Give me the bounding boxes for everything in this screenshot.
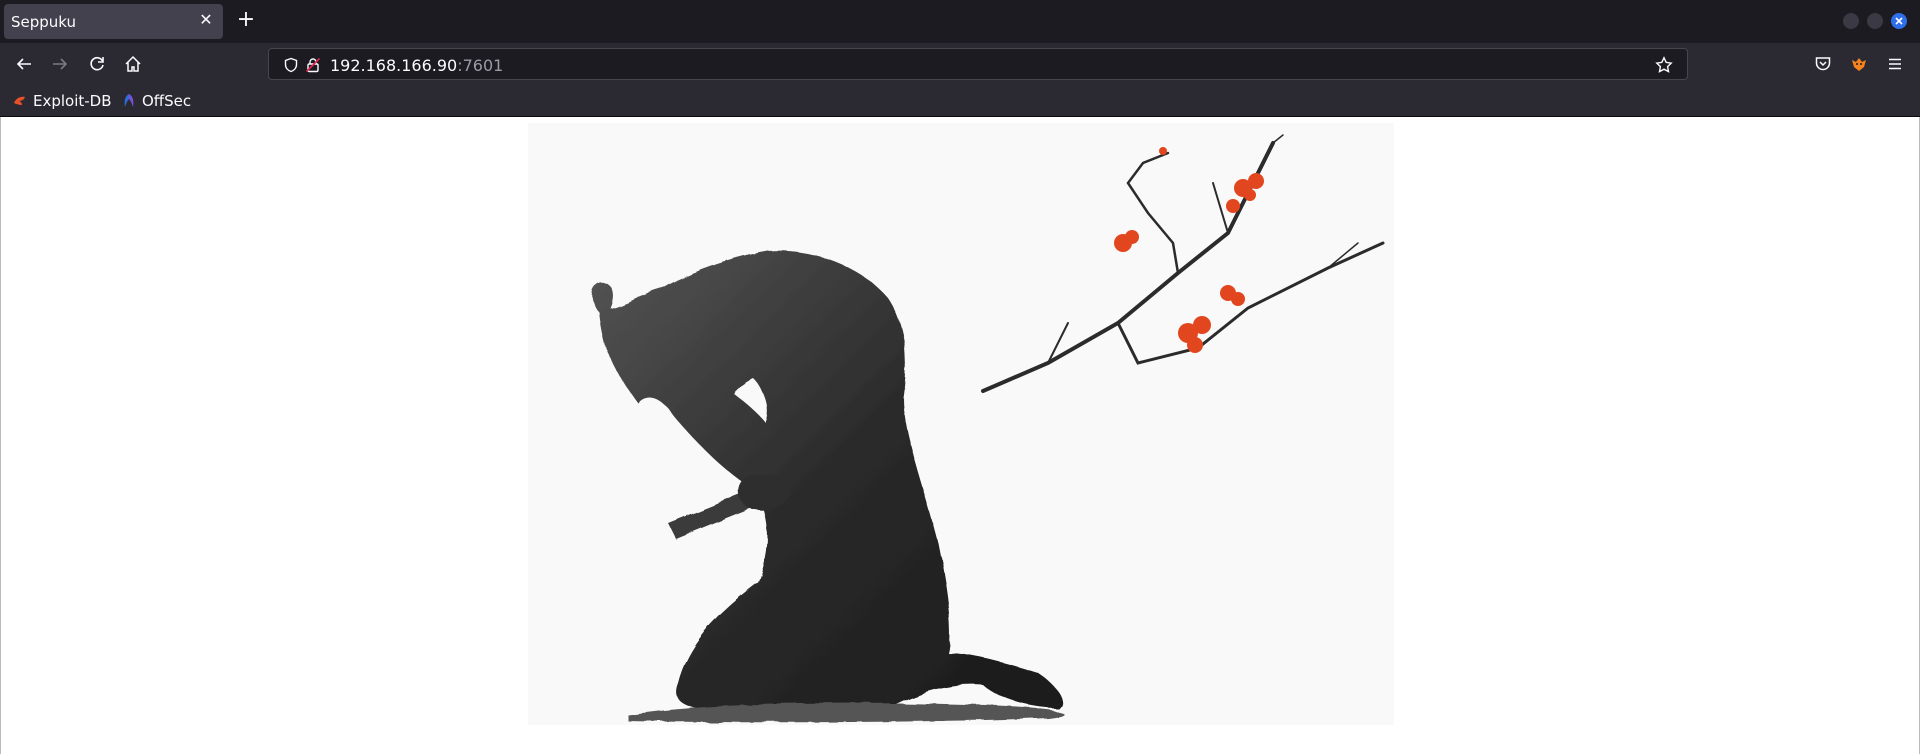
url-bar[interactable]: 192.168.166.90:7601	[268, 48, 1688, 80]
tab-seppuku[interactable]: Seppuku ✕	[4, 4, 223, 39]
seppuku-painting-image	[528, 123, 1394, 725]
url-host: 192.168.166.90	[330, 56, 458, 75]
tab-bar: Seppuku ✕ +	[0, 0, 1920, 43]
bookmark-label: OffSec	[142, 92, 192, 110]
minimize-button[interactable]	[1843, 13, 1859, 29]
close-window-button[interactable]	[1891, 13, 1907, 29]
shield-icon[interactable]	[283, 57, 299, 73]
home-button[interactable]	[119, 50, 147, 78]
reload-icon	[90, 56, 104, 71]
navigation-toolbar: 192.168.166.90:7601	[0, 43, 1920, 85]
tab-title: Seppuku	[11, 13, 77, 31]
back-button[interactable]	[10, 50, 38, 78]
bookmark-label: Exploit-DB	[33, 92, 112, 110]
bookmarks-toolbar: Exploit-DB OffSec	[0, 85, 1920, 117]
url-text[interactable]: 192.168.166.90:7601	[330, 56, 503, 75]
pocket-icon[interactable]	[1814, 55, 1832, 73]
maximize-button[interactable]	[1867, 13, 1883, 29]
back-arrow-icon	[16, 58, 31, 70]
menu-icon[interactable]	[1886, 55, 1904, 73]
new-tab-button[interactable]: +	[234, 9, 258, 33]
bookmark-star-icon[interactable]	[1655, 56, 1673, 74]
bookmark-offsec[interactable]: OffSec	[121, 91, 191, 111]
lock-icon[interactable]	[305, 57, 321, 73]
reload-button[interactable]	[83, 50, 111, 78]
url-port: :7601	[457, 56, 504, 75]
exploit-db-icon	[14, 96, 25, 105]
home-icon	[125, 55, 141, 72]
bookmark-exploit-db[interactable]: Exploit-DB	[12, 91, 112, 111]
extension-fox-icon[interactable]	[1850, 55, 1868, 73]
tab-close-icon[interactable]: ✕	[197, 11, 215, 29]
offsec-icon	[124, 94, 134, 107]
forward-arrow-icon	[53, 58, 68, 70]
web-page	[0, 117, 1920, 754]
close-icon	[1895, 17, 1903, 25]
forward-button[interactable]	[46, 50, 74, 78]
